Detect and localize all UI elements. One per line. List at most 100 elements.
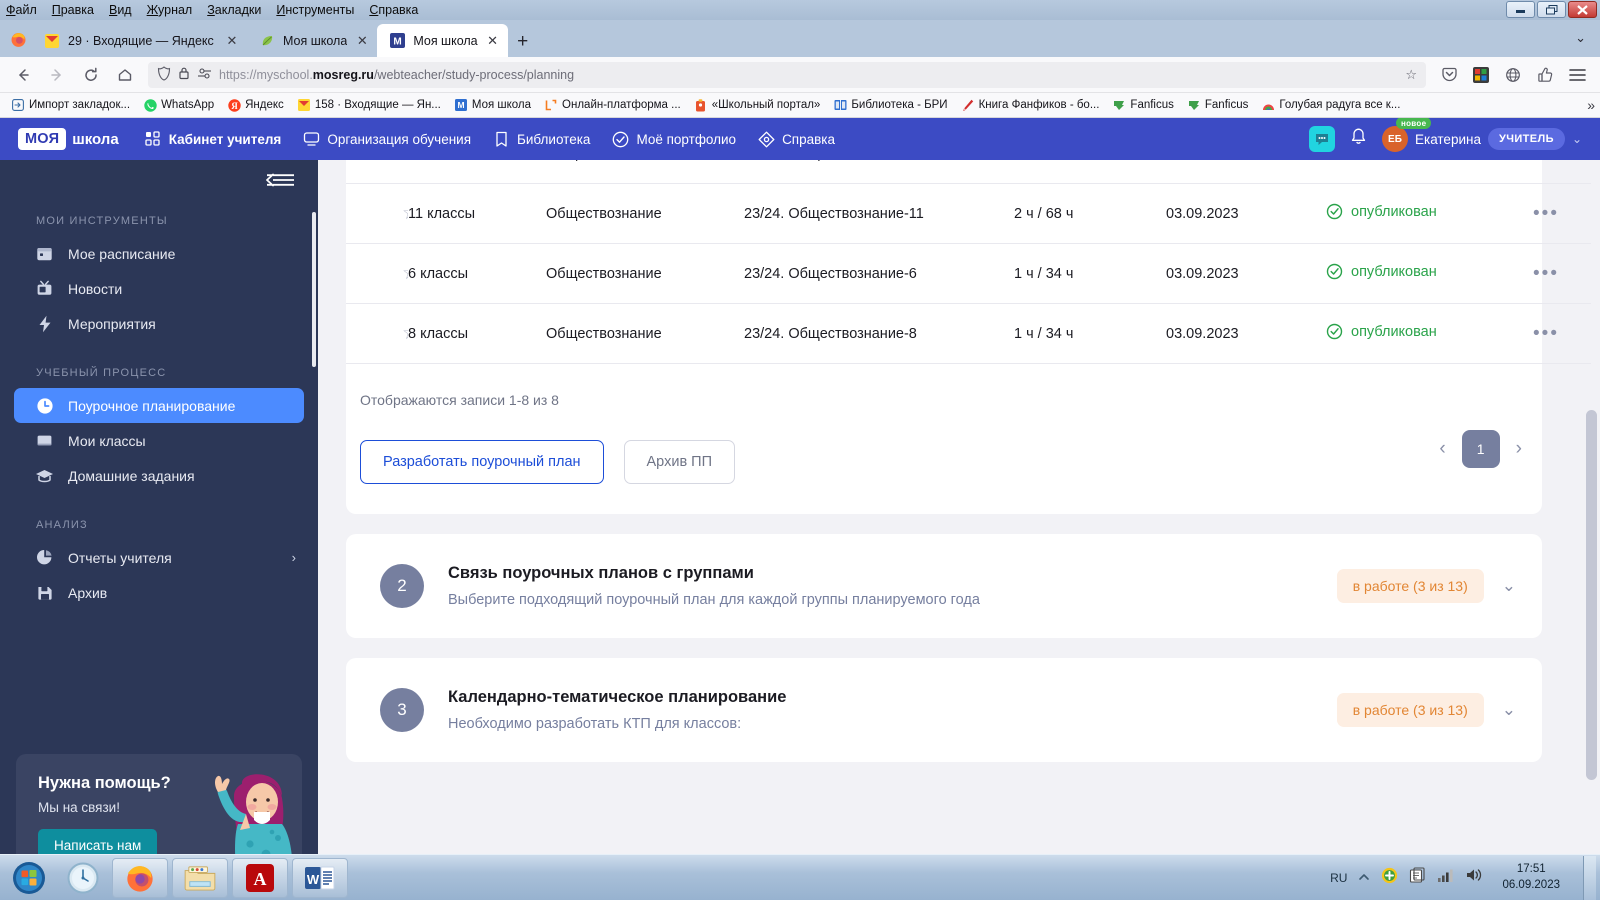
browser-tab-active[interactable]: M Моя школа ✕	[377, 24, 508, 57]
shield-icon[interactable]	[157, 65, 171, 84]
minimize-button[interactable]	[1506, 1, 1535, 18]
bookmark-item[interactable]: Fanficus	[1182, 96, 1253, 114]
nav-help[interactable]: Справка	[758, 131, 835, 148]
user-menu[interactable]: ЕБ новое Екатерина УЧИТЕЛЬ ⌄	[1381, 118, 1582, 152]
tray-arrow-icon[interactable]	[1358, 869, 1370, 887]
permissions-icon[interactable]	[197, 66, 212, 83]
menu-item-file[interactable]: Файл	[6, 3, 37, 17]
row-menu-icon[interactable]: •••	[1533, 323, 1559, 344]
archive-pp-button[interactable]: Архив ПП	[623, 440, 736, 484]
taskbar-app-word[interactable]: W	[292, 857, 348, 898]
show-desktop-button[interactable]	[1583, 855, 1596, 900]
nav-teacher-cabinet[interactable]: Кабинет учителя	[145, 131, 281, 148]
page-scrollbar[interactable]	[1586, 410, 1597, 780]
row-menu-icon[interactable]: •••	[1533, 263, 1559, 284]
close-window-button[interactable]	[1568, 1, 1597, 18]
nav-learning-organization[interactable]: Организация обучения	[303, 131, 471, 148]
bookmark-item[interactable]: Библиотека - БРИ	[828, 96, 952, 114]
chat-icon[interactable]	[1308, 126, 1335, 152]
nav-my-portfolio[interactable]: Моё портфолио	[612, 131, 736, 148]
bookmark-item[interactable]: Голубая радуга все к...	[1256, 96, 1405, 114]
sidebar-collapse-button[interactable]	[0, 160, 318, 205]
cell-row-menu[interactable]: •••	[1501, 243, 1591, 304]
sidebar-item-events[interactable]: Мероприятия	[14, 306, 304, 341]
bookmark-star-icon[interactable]: ☆	[1405, 67, 1417, 83]
bookmark-item[interactable]: 158 · Входящие — Ян...	[292, 96, 446, 114]
table-row[interactable]: ☆ 6 классы Обществознание 23/24. Обществ…	[346, 243, 1591, 304]
removable-media-icon[interactable]	[1409, 866, 1426, 889]
update-icon[interactable]	[1381, 867, 1398, 889]
sidebar-scrollbar[interactable]	[312, 212, 316, 367]
browser-tab[interactable]: Моя школа ✕	[247, 24, 377, 57]
hamburger-menu-icon[interactable]	[1562, 61, 1592, 89]
pocket-icon[interactable]	[1434, 61, 1464, 89]
favorite-cell[interactable]: ☆	[346, 303, 408, 364]
bookmark-item[interactable]: Онлайн-платформа ...	[539, 96, 686, 114]
nav-library[interactable]: Библиотека	[493, 131, 590, 148]
taskbar-clock[interactable]: 17:51 06.09.2023	[1494, 862, 1568, 893]
bookmark-item[interactable]: Я Яндекс	[222, 96, 289, 114]
cell-row-menu[interactable]: •••	[1501, 160, 1591, 184]
close-tab-icon[interactable]: ✕	[486, 34, 500, 47]
back-icon[interactable]	[8, 61, 38, 89]
bookmark-item[interactable]: Книга Фанфиков - бо...	[956, 96, 1105, 114]
close-tab-icon[interactable]: ✕	[225, 34, 239, 47]
bell-icon[interactable]	[1349, 127, 1368, 151]
windows-start-icon[interactable]	[3, 857, 55, 899]
table-row[interactable]: ☆ 11 классы Обществознание 23/24. Общест…	[346, 183, 1591, 244]
maximize-restore-button[interactable]	[1537, 1, 1566, 18]
browser-tab[interactable]: 29 · Входящие — Яндекс Почта ✕	[32, 24, 247, 57]
pagination-next-icon[interactable]: ›	[1516, 438, 1522, 460]
sidebar-item-teacher-reports[interactable]: Отчеты учителя ›	[14, 540, 304, 575]
bookmark-item[interactable]: WhatsApp	[138, 96, 219, 114]
menu-item-tools[interactable]: Инструменты	[276, 3, 354, 17]
cell-row-menu[interactable]: •••	[1501, 303, 1591, 364]
chevron-down-icon[interactable]: ⌄	[1572, 132, 1582, 146]
menu-item-view[interactable]: Вид	[109, 3, 132, 17]
bookmark-item[interactable]: «Школьный портал»	[689, 96, 826, 114]
menu-item-history[interactable]: Журнал	[147, 3, 193, 17]
taskbar-app-firefox[interactable]	[112, 857, 168, 898]
pagination-page-1[interactable]: 1	[1461, 430, 1500, 468]
sidebar-item-my-schedule[interactable]: Мое расписание	[14, 236, 304, 271]
taskbar-app-acrobat[interactable]: A	[232, 857, 288, 898]
close-tab-icon[interactable]: ✕	[355, 34, 369, 47]
taskbar-app-explorer[interactable]	[172, 857, 228, 898]
bookmarks-overflow-icon[interactable]: »	[1587, 97, 1595, 113]
clock-gadget-icon[interactable]	[57, 857, 109, 899]
reload-icon[interactable]	[76, 61, 106, 89]
bookmark-item[interactable]: Импорт закладок...	[6, 96, 135, 114]
translate-icon[interactable]	[1498, 61, 1528, 89]
app-logo[interactable]: МОЯ школа	[18, 128, 119, 150]
menu-item-bookmarks[interactable]: Закладки	[207, 3, 261, 17]
favorite-cell[interactable]: ☆	[346, 183, 408, 244]
sidebar-item-my-classes[interactable]: Мои классы	[14, 423, 304, 458]
bookmark-item[interactable]: Fanficus	[1107, 96, 1178, 114]
list-all-tabs-icon[interactable]: ⌄	[1575, 30, 1586, 46]
thumbsup-icon[interactable]	[1530, 61, 1560, 89]
table-row[interactable]: ☆ 8 классы Обществознание 23/24. Обществ…	[346, 303, 1591, 364]
sidebar-item-archive[interactable]: Архив	[14, 575, 304, 610]
language-indicator[interactable]: RU	[1330, 871, 1347, 885]
favorite-cell[interactable]: ☆	[346, 160, 408, 184]
chevron-down-icon[interactable]: ⌄	[1502, 700, 1516, 720]
bookmark-item[interactable]: M Моя школа	[449, 96, 536, 114]
row-menu-icon[interactable]: •••	[1533, 160, 1559, 164]
pagination-prev-icon[interactable]: ‹	[1439, 438, 1445, 460]
create-lesson-plan-button[interactable]: Разработать поурочный план	[360, 440, 604, 484]
chevron-right-icon[interactable]: ›	[292, 550, 296, 565]
step-card-2[interactable]: 2 Связь поурочных планов с группами Выбе…	[346, 534, 1542, 638]
new-tab-button[interactable]: +	[508, 27, 538, 57]
cell-row-menu[interactable]: •••	[1501, 183, 1591, 244]
menu-item-edit[interactable]: Правка	[52, 3, 94, 17]
network-icon[interactable]	[1437, 868, 1454, 888]
url-bar[interactable]: https://myschool.mosreg.ru/webteacher/st…	[148, 61, 1426, 88]
table-row[interactable]: ☆ 10 классы Обществознание 23/24. Общест…	[346, 160, 1591, 184]
lock-icon[interactable]	[178, 66, 190, 83]
favorite-cell[interactable]: ☆	[346, 243, 408, 304]
sidebar-item-homework[interactable]: Домашние задания	[14, 458, 304, 493]
home-icon[interactable]	[110, 61, 140, 89]
volume-icon[interactable]	[1465, 867, 1483, 888]
step-card-3[interactable]: 3 Календарно-тематическое планирование Н…	[346, 658, 1542, 762]
sidebar-item-news[interactable]: Новости	[14, 271, 304, 306]
